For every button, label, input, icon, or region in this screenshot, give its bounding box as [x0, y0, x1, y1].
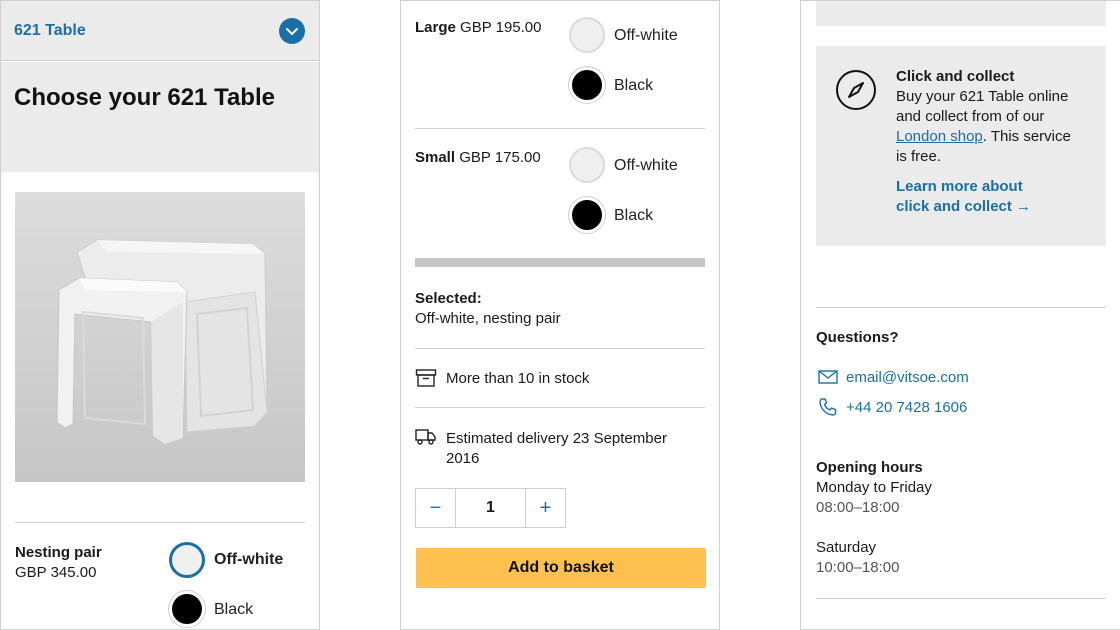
small-variant-price: GBP 175.00 [459, 149, 541, 166]
product-overview-panel: 621 Table Choose your 621 Table Nesting … [0, 0, 320, 630]
selected-label: Selected: [415, 290, 482, 307]
click-collect-text-line1: Buy your 621 Table online [896, 88, 1069, 105]
click-collect-title: Click and collect [896, 68, 1015, 85]
click-and-collect-box: Click and collect Buy your 621 Table onl… [816, 46, 1106, 246]
divider [15, 522, 305, 523]
small-swatch-off-white[interactable] [569, 147, 605, 183]
click-collect-text-line3-rest: . This service [982, 128, 1071, 145]
swatch-label-black[interactable]: Black [214, 601, 253, 619]
divider [415, 128, 705, 129]
learn-more-link-line1[interactable]: Learn more about [896, 178, 1023, 195]
small-swatch-black[interactable] [569, 197, 605, 233]
divider [816, 598, 1106, 599]
divider [415, 407, 705, 408]
service-info-panel: Click and collect Buy your 621 Table onl… [800, 0, 1120, 630]
stock-status: More than 10 in stock [446, 370, 590, 387]
variant-selection-panel: Large GBP 195.00 Off-white Black Small G… [400, 0, 720, 630]
product-header-bar[interactable]: 621 Table [1, 1, 319, 61]
page-title-area: Choose your 621 Table [1, 62, 319, 172]
saturday-label: Saturday [816, 539, 877, 556]
opening-hours-title: Opening hours [816, 459, 923, 476]
swatch-black[interactable] [169, 591, 205, 627]
section-separator-bar [415, 258, 705, 267]
quantity-input[interactable]: 1 [455, 488, 526, 528]
click-collect-text-line3: London shop. This service [896, 128, 1071, 145]
small-swatch-label-black[interactable]: Black [614, 207, 653, 225]
large-swatch-label-black[interactable]: Black [614, 77, 653, 95]
large-variant-heading: Large GBP 195.00 [415, 19, 541, 36]
phone-icon [818, 397, 838, 422]
large-swatch-label-off-white[interactable]: Off-white [614, 27, 678, 45]
variant-price: GBP 345.00 [15, 564, 97, 581]
large-variant-name: Large [415, 19, 456, 36]
delivery-estimate-line2: 2016 [446, 450, 480, 467]
email-icon [818, 370, 838, 389]
large-swatch-black[interactable] [569, 67, 605, 103]
small-variant-name: Small [415, 149, 456, 166]
quantity-increase-button[interactable]: + [525, 488, 566, 528]
delivery-estimate-line1: Estimated delivery 23 September [446, 430, 667, 447]
large-variant-price: GBP 195.00 [460, 19, 542, 36]
product-header-title[interactable]: 621 Table [14, 22, 86, 40]
selected-value: Off-white, nesting pair [415, 310, 561, 327]
swatch-off-white-selected[interactable] [169, 542, 205, 578]
variant-name: Nesting pair [15, 544, 102, 561]
saturday-hours: 10:00–18:00 [816, 559, 900, 576]
small-swatch-label-off-white[interactable]: Off-white [614, 157, 678, 175]
delivery-truck-icon [415, 428, 437, 451]
phone-link[interactable]: +44 20 7428 1606 [846, 399, 967, 416]
add-to-basket-button[interactable]: Add to basket [416, 548, 706, 588]
small-variant-heading: Small GBP 175.00 [415, 149, 541, 166]
questions-title: Questions? [816, 329, 899, 346]
learn-more-link-line2[interactable]: click and collect → [896, 198, 1031, 215]
page-title: Choose your 621 Table [14, 84, 275, 111]
quantity-decrease-button[interactable]: − [415, 488, 456, 528]
click-collect-text-line2: and collect from of our [896, 108, 1045, 125]
weekday-hours: 08:00–18:00 [816, 499, 900, 516]
swatch-label-off-white[interactable]: Off-white [214, 551, 283, 569]
stock-box-icon [415, 368, 437, 393]
compass-icon [835, 69, 877, 116]
previous-box-remainder [816, 1, 1106, 26]
large-swatch-off-white[interactable] [569, 17, 605, 53]
divider [816, 307, 1106, 308]
divider [415, 348, 705, 349]
product-image [15, 192, 305, 482]
click-collect-text-line4: is free. [896, 148, 942, 165]
chevron-down-icon[interactable] [279, 18, 305, 44]
email-link[interactable]: email@vitsoe.com [846, 369, 969, 386]
weekday-label: Monday to Friday [816, 479, 932, 496]
london-shop-link[interactable]: London shop [896, 128, 983, 145]
